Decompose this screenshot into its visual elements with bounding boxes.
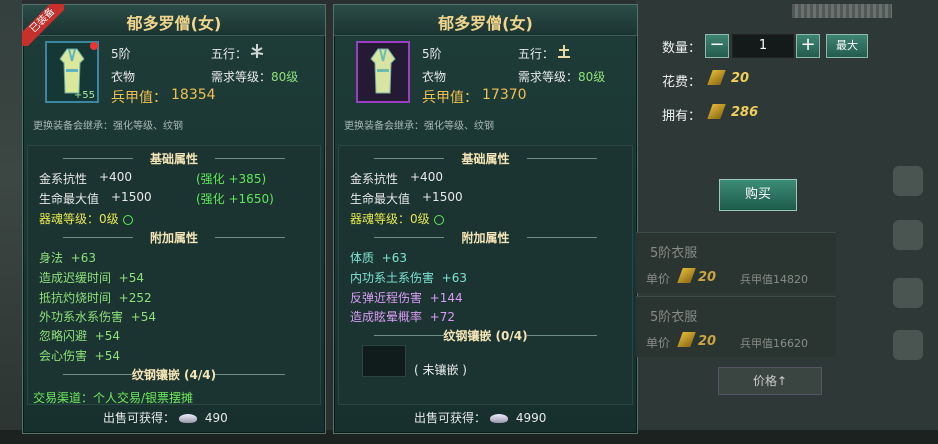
soul-circle-icon: [122, 214, 133, 225]
settings-icon[interactable]: [893, 330, 923, 360]
level-req-label: 需求等级：: [518, 70, 579, 84]
earth-element-icon: [558, 45, 570, 58]
own-value: 286: [731, 105, 759, 120]
list-item-price-label: 单价: [646, 336, 671, 350]
attr-name: 金系抗性: [350, 172, 399, 186]
side-menu-icon[interactable]: [893, 220, 923, 250]
qty-label: 数量：: [662, 41, 702, 56]
list-item-name: 5阶衣服: [650, 246, 698, 261]
attr-bonus: (强化 +1650): [196, 192, 274, 206]
inherit-note: 更换装备会继承：强化等级、纹钢: [33, 121, 183, 132]
qty-plus-button[interactable]: +: [796, 34, 820, 58]
wood-element-icon: [250, 44, 264, 58]
qty-input[interactable]: 1: [732, 34, 794, 58]
trade-channel: 交易渠道：个人交易/银票摆摊: [33, 391, 194, 405]
attr-value: +1500: [422, 190, 463, 204]
sort-price-button[interactable]: 价格↑: [718, 367, 822, 395]
empty-slot-label: ( 未镶嵌 ): [414, 363, 467, 377]
armor-value: 18354: [171, 87, 216, 103]
robe-icon: [59, 48, 85, 94]
robe-icon: [370, 48, 396, 94]
buy-button[interactable]: 购买: [719, 179, 797, 211]
item-grade: 5阶: [422, 47, 442, 61]
item-title: 郁多罗僧(女): [126, 14, 222, 33]
extra-attr: 会心伤害 +54: [39, 349, 120, 363]
menu-grid-icon[interactable]: [893, 166, 923, 196]
item-title: 郁多罗僧(女): [438, 14, 533, 33]
compare-item-tooltip: 郁多罗僧(女) 5阶 五行： 衣物 需求等级： 80级 兵甲值： 17370 更…: [333, 4, 638, 434]
attr-name: 生命最大值: [39, 192, 100, 206]
list-item-price-label: 单价: [646, 272, 671, 286]
attr-bonus: (强化 +385): [196, 172, 267, 186]
item-type: 衣物: [111, 70, 136, 84]
attr-value: +400: [410, 170, 443, 184]
blurred-text: [792, 4, 892, 18]
silver-ingot-icon: [489, 414, 508, 423]
armor-label: 兵甲值：: [422, 90, 478, 106]
attr-name: 金系抗性: [39, 172, 88, 186]
qty-minus-button[interactable]: −: [705, 34, 729, 58]
soul-level: 器魂等级：0级: [350, 210, 444, 227]
inlay-header: 纹钢镶嵌 (4/4): [23, 366, 325, 382]
attr-value: +1500: [111, 190, 152, 204]
inlay-slot[interactable]: [362, 345, 406, 377]
item-grade: 5阶: [111, 47, 131, 61]
list-item-price: 20: [698, 334, 717, 349]
achievement-icon[interactable]: [893, 278, 923, 308]
inherit-note: 更换装备会继承：强化等级、纹钢: [344, 121, 494, 132]
cost-value: 20: [731, 71, 750, 86]
item-type: 衣物: [422, 70, 447, 84]
inlay-header: 纹钢镶嵌 (0/4): [334, 327, 637, 343]
cost-label: 花费：: [662, 75, 702, 90]
alert-dot-icon: [90, 42, 98, 50]
soul-circle-icon: [433, 214, 444, 225]
armor-label: 兵甲值：: [111, 90, 167, 106]
extra-attr: 抵抗灼烧时间 +252: [39, 291, 152, 305]
level-req-value: 80级: [271, 70, 299, 84]
extra-attr: 体质 +63: [350, 251, 407, 265]
base-attr-header: 基础属性: [23, 150, 325, 166]
element-label: 五行：: [211, 47, 248, 61]
extra-attr: 造成眩晕概率 +72: [350, 310, 455, 324]
base-attr-header: 基础属性: [334, 150, 637, 166]
list-item-armor: 兵甲值14820: [740, 273, 808, 286]
own-label: 拥有：: [662, 109, 702, 124]
attr-value: +400: [99, 170, 132, 184]
sell-price: 出售可获得： 490: [103, 411, 228, 425]
enhance-level: +55: [73, 90, 95, 101]
extra-attr: 造成迟缓时间 +54: [39, 271, 144, 285]
max-qty-button[interactable]: 最大: [826, 34, 868, 58]
level-req-label: 需求等级：: [211, 70, 272, 84]
element-label: 五行：: [518, 47, 555, 61]
list-item-name: 5阶衣服: [650, 310, 698, 325]
sell-price: 出售可获得： 4990: [414, 411, 547, 425]
game-background-left: [0, 0, 22, 444]
extra-attr-header: 附加属性: [23, 229, 325, 245]
extra-attr: 外功系水系伤害 +54: [39, 310, 156, 324]
extra-attr: 身法 +63: [39, 251, 96, 265]
level-req-value: 80级: [578, 70, 606, 84]
extra-attr: 忽略闪避 +54: [39, 329, 120, 343]
list-item-armor: 兵甲值16620: [740, 337, 808, 350]
extra-attr-header: 附加属性: [334, 229, 637, 245]
item-icon-slot[interactable]: [356, 41, 410, 103]
extra-attr: 反弹近程伤害 +144: [350, 291, 463, 305]
item-icon-slot[interactable]: +55: [45, 41, 99, 103]
silver-ingot-icon: [178, 414, 197, 423]
list-item-price: 20: [698, 270, 717, 285]
soul-level: 器魂等级：0级: [39, 210, 133, 227]
equipped-item-tooltip: 已装备 郁多罗僧(女) +55 5阶 五行： 衣物 需求等级： 80级 兵甲值：…: [22, 4, 326, 434]
extra-attr: 内功系土系伤害 +63: [350, 271, 467, 285]
attr-name: 生命最大值: [350, 192, 411, 206]
armor-value: 17370: [482, 87, 527, 103]
